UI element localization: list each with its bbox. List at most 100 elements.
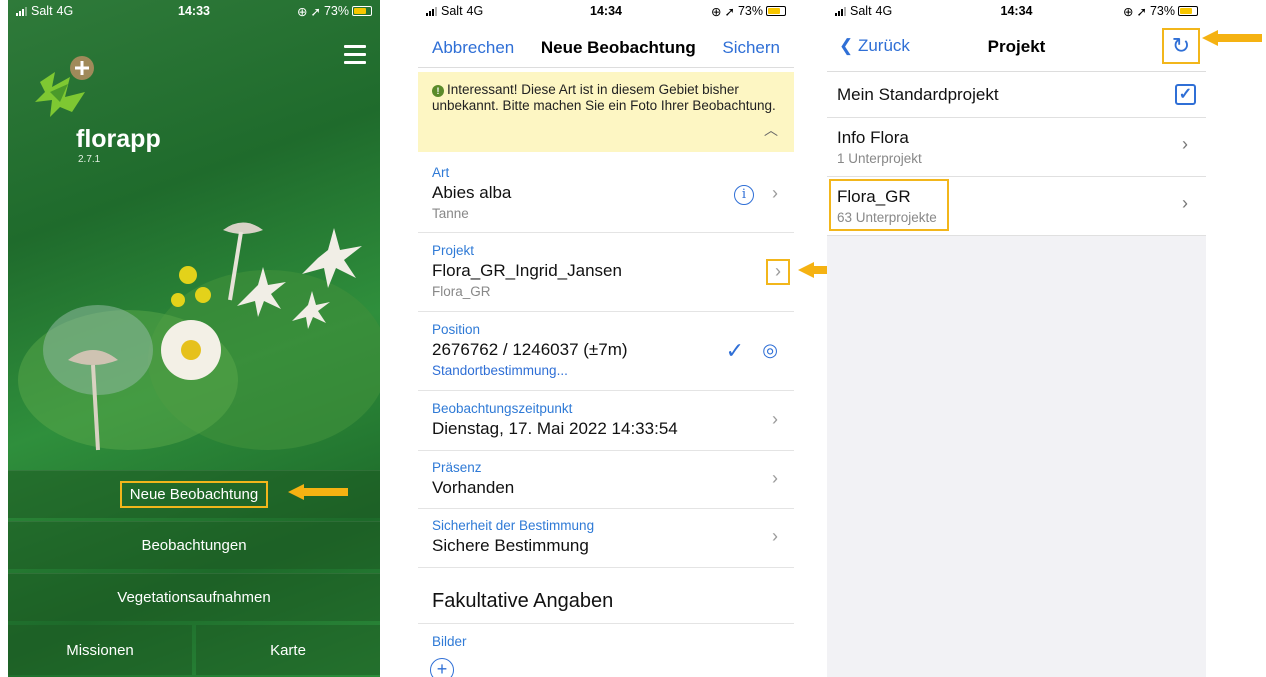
signal-icon (16, 6, 27, 16)
signal-icon (426, 6, 437, 16)
project-name: Info Flora (837, 128, 909, 147)
new-observation-label: Neue Beobachtung (119, 481, 269, 508)
project-screen: Salt 4G 14:34 ⊕ ➚ 73% ❮ Zurück Projekt ↻… (827, 0, 1206, 677)
status-time: 14:33 (178, 4, 210, 18)
location-icon: ➚ (1136, 4, 1147, 19)
carrier-name: Salt (441, 4, 463, 18)
battery-icon (766, 6, 786, 16)
field-label: Beobachtungszeitpunkt (432, 401, 573, 416)
info-banner: ! Interessant! Diese Art ist in diesem Ge… (418, 72, 794, 152)
battery-group: ⊕ ➚ 73% (297, 4, 372, 19)
vegetation-records-button[interactable]: Vegetationsaufnahmen (8, 573, 380, 621)
banner-text: Interessant! Diese Art ist in diesem Geb… (432, 82, 776, 113)
orientation-lock-icon: ⊕ (711, 4, 722, 19)
florapp-logo-icon (35, 56, 94, 117)
field-praesenz[interactable]: Präsenz Vorhanden › (418, 451, 794, 509)
pointer-arrow-icon (288, 484, 348, 500)
chevron-right-icon: › (1182, 134, 1188, 154)
nav-bar: Abbrechen Neue Beobachtung Sichern (418, 28, 794, 68)
info-circle-icon[interactable]: i (734, 185, 754, 205)
chevron-right-icon: › (772, 526, 778, 546)
chevron-right-icon: › (772, 468, 778, 488)
field-subvalue: Tanne (432, 206, 469, 221)
battery-percent: 73% (737, 4, 763, 18)
network-type: 4G (56, 4, 74, 18)
field-label: Position (432, 322, 481, 337)
refresh-icon[interactable]: ↻ (1162, 28, 1200, 64)
home-screen: Salt 4G 14:33 ⊕ ➚ 73% florapp 2.7.1 Neue… (8, 0, 380, 677)
field-value: Sichere Bestimmung (432, 536, 589, 555)
status-time: 14:34 (590, 4, 622, 18)
app-name: florapp (76, 125, 161, 153)
project-name: Flora_GR (837, 187, 911, 206)
chevron-right-icon: › (1182, 193, 1188, 213)
checkmark-icon: ✓ (725, 338, 744, 363)
collapse-chevron-icon[interactable]: ︿ (764, 122, 778, 138)
field-label: Projekt (432, 243, 475, 258)
field-value: Vorhanden (432, 478, 515, 497)
status-bar: Salt 4G 14:34 ⊕ ➚ 73% (827, 0, 1206, 22)
flora-illustration (18, 222, 380, 451)
battery-percent: 73% (323, 4, 349, 18)
project-item[interactable]: Info Flora 1 Unterprojekt › (827, 118, 1206, 177)
battery-percent: 73% (1149, 4, 1175, 18)
location-icon: ➚ (310, 4, 321, 19)
field-value: Flora_GR_Ingrid_Jansen (432, 261, 622, 280)
cancel-button[interactable]: Abbrechen (432, 38, 514, 58)
save-button[interactable]: Sichern (722, 38, 780, 58)
field-label: Sicherheit der Bestimmung (432, 518, 595, 533)
field-label: Präsenz (432, 460, 482, 475)
field-projekt[interactable]: Projekt Flora_GR_Ingrid_Jansen Flora_GR … (418, 233, 794, 312)
signal-icon (835, 6, 846, 16)
nav-bar: ❮ Zurück Projekt ↻ (827, 22, 1206, 72)
new-observation-screen: Salt 4G 14:34 ⊕ ➚ 73% Abbrechen Neue Beo… (418, 0, 794, 677)
app-version: 2.7.1 (78, 154, 101, 165)
carrier: Salt 4G (16, 4, 73, 18)
status-bar: Salt 4G 14:33 ⊕ ➚ 73% (8, 0, 380, 22)
add-image-plus-icon[interactable]: + (430, 658, 454, 677)
chevron-right-icon[interactable]: › (766, 259, 790, 285)
field-subvalue: Flora_GR (432, 284, 491, 299)
divider (418, 623, 794, 624)
field-zeitpunkt[interactable]: Beobachtungszeitpunkt Dienstag, 17. Mai … (418, 391, 794, 451)
project-item[interactable]: Flora_GR 63 Unterprojekte › (827, 177, 1206, 236)
field-sicherheit[interactable]: Sicherheit der Bestimmung Sichere Bestim… (418, 509, 794, 568)
field-value: Dienstag, 17. Mai 2022 14:33:54 (432, 419, 678, 438)
checkbox-checked-icon[interactable]: ✓ (1175, 84, 1196, 105)
chevron-right-icon: › (772, 409, 778, 429)
location-pin-icon[interactable]: ◎ (762, 340, 778, 361)
images-label: Bilder (432, 634, 467, 649)
field-value: Abies alba (432, 183, 512, 202)
missions-button[interactable]: Missionen (8, 625, 192, 675)
field-position[interactable]: Position 2676762 / 1246037 (±7m) Standor… (418, 312, 794, 391)
project-name: Mein Standardprojekt (837, 85, 999, 104)
carrier: Salt 4G (835, 4, 892, 18)
page-title: Neue Beobachtung (540, 37, 696, 57)
hamburger-menu-icon[interactable] (344, 45, 366, 69)
project-subcount: 63 Unterprojekte (837, 210, 937, 225)
orientation-lock-icon: ⊕ (1123, 4, 1134, 19)
network-type: 4G (875, 4, 893, 18)
status-bar: Salt 4G 14:34 ⊕ ➚ 73% (418, 0, 794, 22)
project-subcount: 1 Unterprojekt (837, 151, 922, 166)
page-title: Projekt (987, 37, 1046, 56)
chevron-right-icon: › (772, 183, 778, 203)
locate-link[interactable]: Standortbestimmung... (432, 363, 780, 378)
carrier-name: Salt (31, 4, 53, 18)
info-icon: ! (432, 85, 444, 97)
project-item[interactable]: Mein Standardprojekt ✓ (827, 72, 1206, 118)
network-type: 4G (466, 4, 484, 18)
battery-group: ⊕ ➚ 73% (711, 4, 786, 19)
battery-group: ⊕ ➚ 73% (1123, 4, 1198, 19)
carrier-name: Salt (850, 4, 872, 18)
field-label: Art (432, 165, 450, 180)
field-art[interactable]: Art Abies alba Tanne i › (418, 153, 794, 233)
location-icon: ➚ (724, 4, 735, 19)
carrier: Salt 4G (426, 4, 483, 18)
pointer-arrow-icon (1202, 30, 1262, 46)
map-button[interactable]: Karte (196, 625, 380, 675)
highlight-box: Flora_GR 63 Unterprojekte (829, 179, 949, 231)
status-time: 14:34 (1000, 4, 1033, 18)
orientation-lock-icon: ⊕ (297, 4, 308, 19)
observations-button[interactable]: Beobachtungen (8, 521, 380, 569)
